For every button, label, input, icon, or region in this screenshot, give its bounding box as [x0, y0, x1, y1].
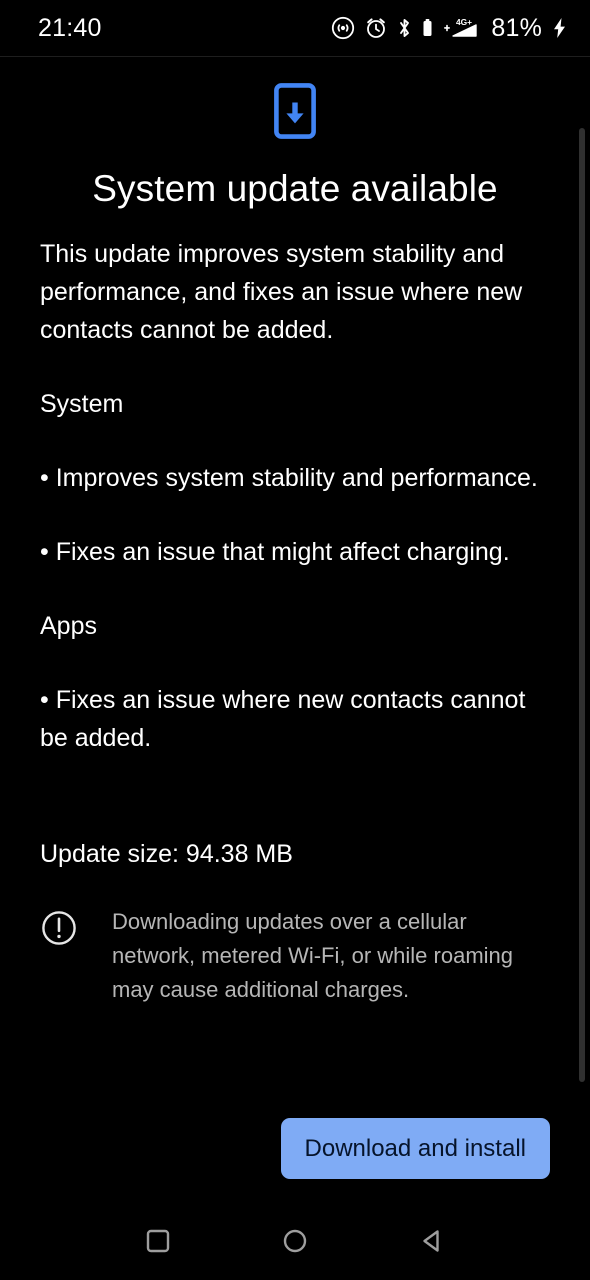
phone-screen: 21:40 4G+ 81% System update available Th…: [0, 0, 590, 1280]
phone-download-update-icon: [274, 83, 316, 144]
section-heading-apps: Apps: [40, 612, 97, 640]
update-summary-text: This update improves system stability an…: [40, 240, 523, 344]
charging-bolt-icon: [551, 16, 568, 40]
update-content: System update available This update impr…: [0, 57, 590, 1202]
alarm-clock-icon: [364, 16, 388, 40]
section-bullet-apps-1: • Fixes an issue where new contacts cann…: [40, 686, 526, 752]
bluetooth-icon: [397, 16, 412, 40]
back-button[interactable]: [402, 1211, 462, 1271]
action-bar: Download and install: [0, 1118, 590, 1179]
back-triangle-icon: [418, 1227, 446, 1255]
system-navigation-bar: [0, 1202, 590, 1280]
recents-square-icon: [144, 1227, 172, 1255]
battery-percent-label: 81%: [491, 13, 542, 42]
recents-button[interactable]: [128, 1211, 188, 1271]
section-bullet-system-2: • Fixes an issue that might affect charg…: [40, 538, 510, 566]
cellular-warning-text: Downloading updates over a cellular netw…: [112, 909, 514, 1002]
page-title: System update available: [92, 168, 498, 209]
mobile-signal-4g-plus-icon: 4G+: [443, 16, 481, 40]
cellular-warning: Downloading updates over a cellular netw…: [40, 905, 550, 1007]
status-bar-icons: 4G+ 81%: [331, 14, 568, 43]
home-circle-icon: [281, 1227, 309, 1255]
vertical-scrollbar[interactable]: [579, 128, 585, 1082]
battery-small-icon: [421, 16, 434, 40]
status-bar: 21:40 4G+ 81%: [0, 0, 590, 57]
update-icon-container: [40, 83, 550, 144]
section-heading-system: System: [40, 390, 124, 418]
download-and-install-button[interactable]: Download and install: [280, 1118, 550, 1179]
section-bullet-system-1: • Improves system stability and performa…: [40, 464, 538, 492]
status-bar-clock: 21:40: [38, 13, 102, 42]
svg-text:4G+: 4G+: [456, 17, 472, 27]
update-size-label: Update size: 94.38 MB: [40, 840, 293, 868]
exclamation-circle-icon: [40, 909, 78, 952]
home-button[interactable]: [265, 1211, 325, 1271]
cast-wireless-icon: [331, 16, 355, 40]
